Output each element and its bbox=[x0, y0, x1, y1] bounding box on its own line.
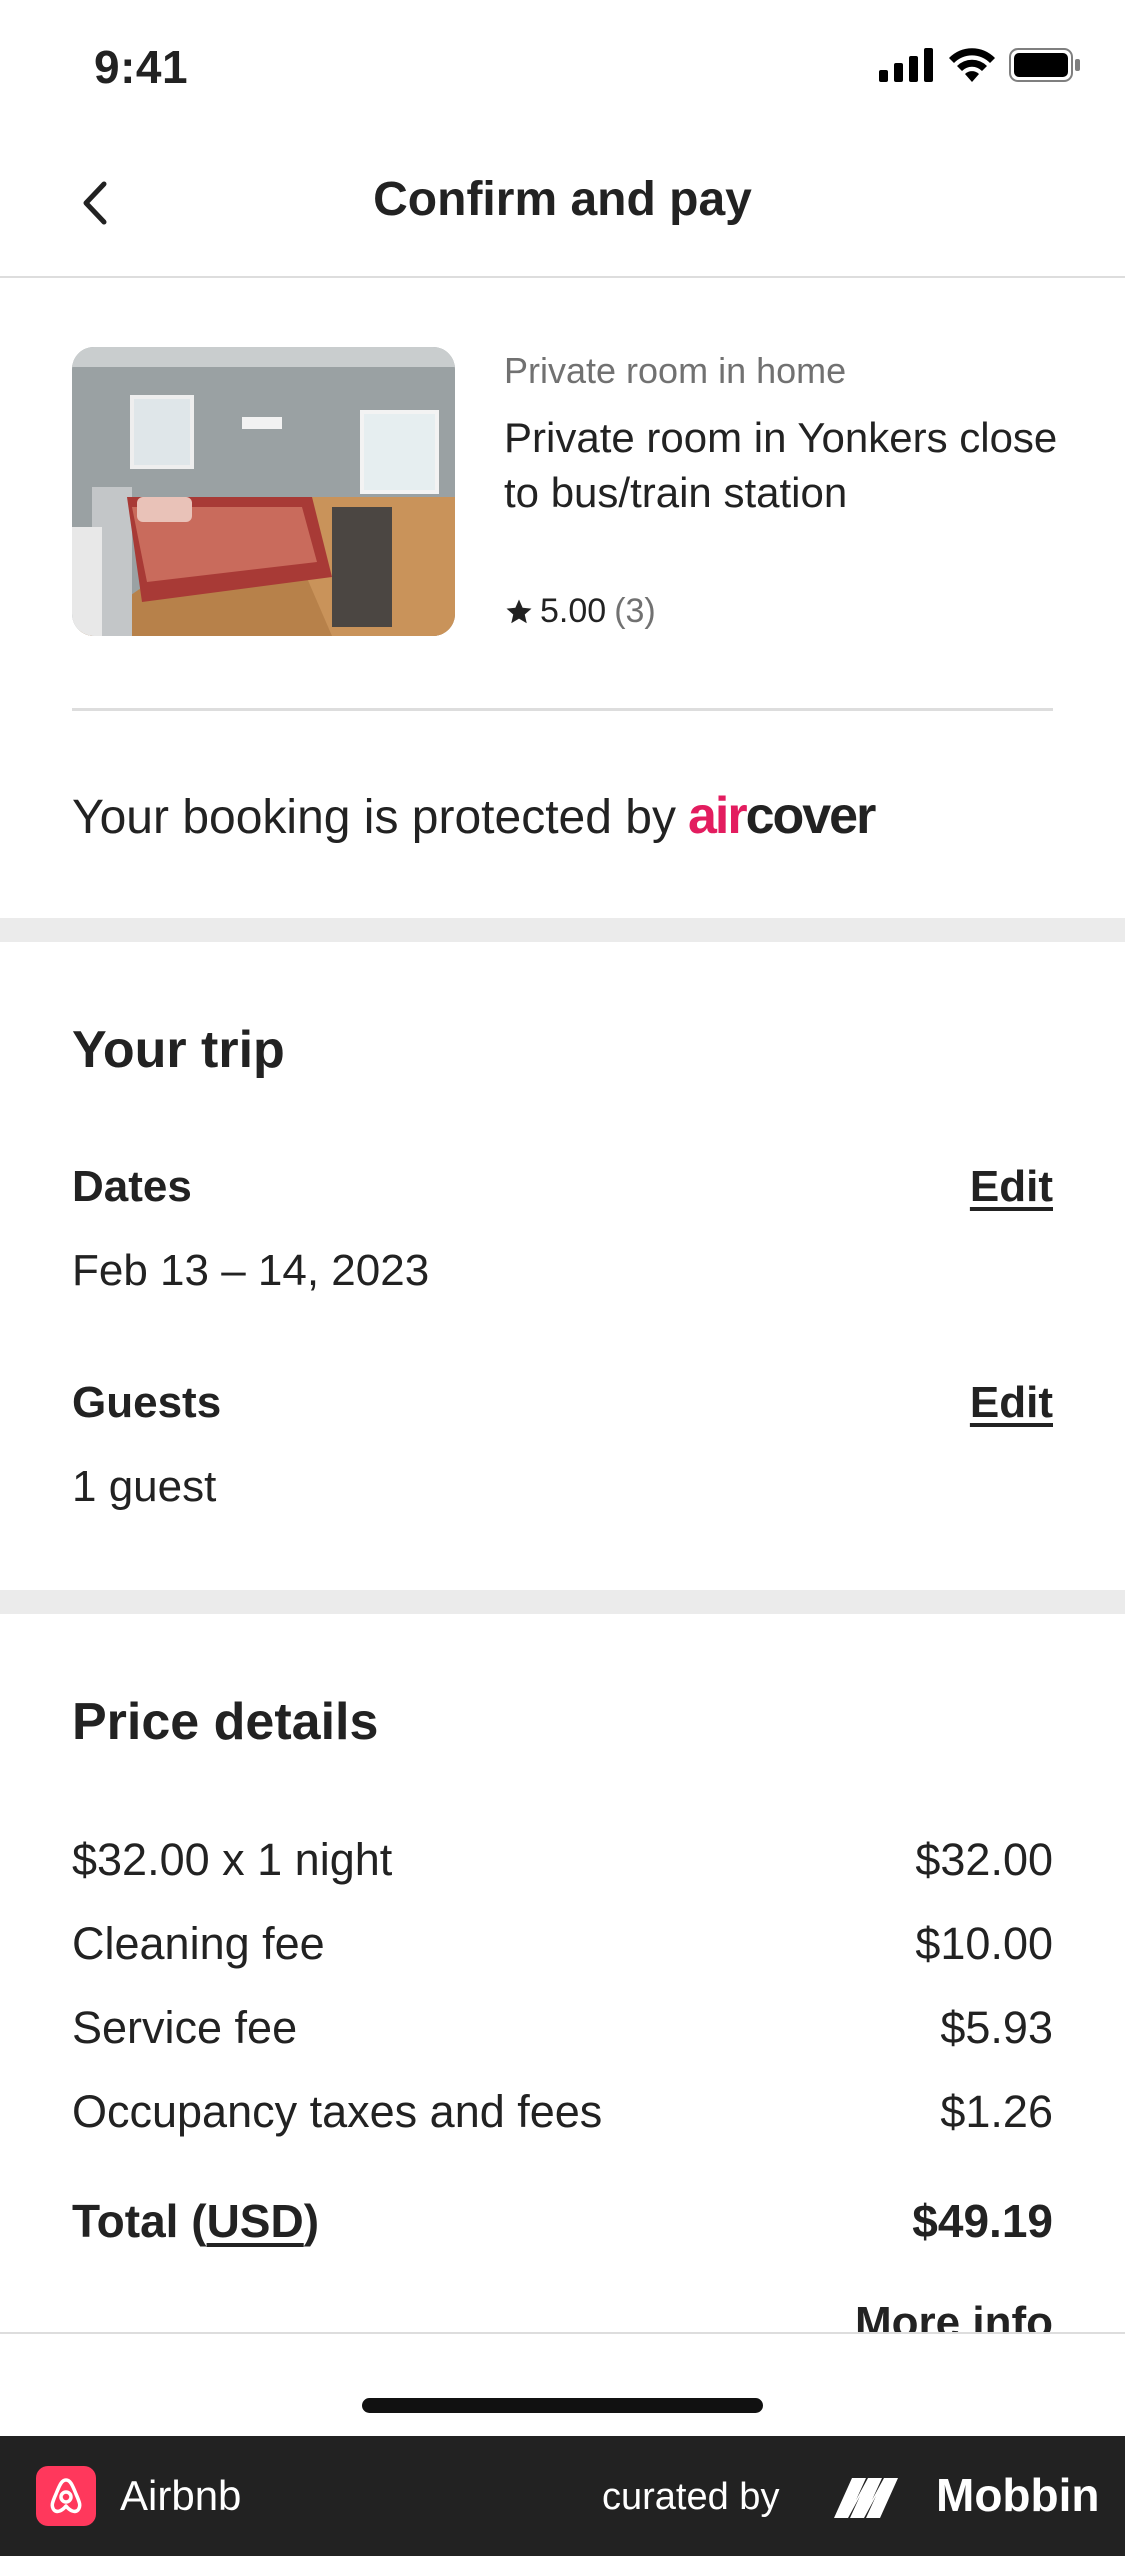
signal-icon bbox=[879, 48, 933, 82]
edit-dates-button[interactable]: Edit bbox=[970, 1162, 1053, 1212]
dates-value: Feb 13 – 14, 2023 bbox=[72, 1246, 430, 1295]
edit-guests-button[interactable]: Edit bbox=[970, 1378, 1053, 1428]
price-line-label: Occupancy taxes and fees bbox=[72, 2086, 603, 2137]
total-label: Total (USD) bbox=[72, 2195, 320, 2247]
listing-type: Private room in home bbox=[504, 350, 847, 391]
footer-app-name: Airbnb bbox=[120, 2472, 242, 2519]
price-line-value: $5.93 bbox=[940, 2002, 1053, 2053]
price-line-label: Cleaning fee bbox=[72, 1918, 325, 1969]
protection-text: Your booking is protected by bbox=[72, 791, 676, 844]
bottom-action-bar bbox=[0, 2332, 1125, 2438]
home-indicator bbox=[362, 2398, 763, 2413]
aircover-logo: aircover bbox=[687, 787, 876, 845]
wifi-icon bbox=[949, 48, 995, 82]
price-line-label: $32.00 x 1 night bbox=[72, 1834, 393, 1885]
status-icons bbox=[879, 48, 1081, 82]
guests-value: 1 guest bbox=[72, 1462, 217, 1511]
aircover-banner[interactable]: Your booking is protected by aircover bbox=[72, 786, 876, 846]
footer-brand: Mobbin bbox=[936, 2469, 1100, 2521]
price-line-value: $1.26 bbox=[940, 2086, 1053, 2137]
star-icon bbox=[506, 599, 532, 623]
price-section-title: Price details bbox=[72, 1693, 379, 1751]
total-value: $49.19 bbox=[912, 2195, 1053, 2247]
footer-curated-by: curated by bbox=[602, 2476, 780, 2518]
guests-label: Guests bbox=[72, 1378, 222, 1427]
rating-value: 5.00 bbox=[540, 592, 607, 630]
currency-link[interactable]: USD bbox=[207, 2195, 304, 2247]
price-line-value: $32.00 bbox=[915, 1834, 1053, 1885]
mobbin-logo-icon bbox=[834, 2478, 898, 2518]
battery-icon bbox=[1009, 48, 1080, 82]
listing-photo[interactable] bbox=[72, 347, 455, 636]
review-count: (3) bbox=[614, 592, 656, 630]
status-time: 9:41 bbox=[94, 41, 189, 93]
header-divider bbox=[0, 276, 1125, 278]
listing-rating: 5.00 (3) bbox=[504, 592, 656, 631]
listing-title: Private room in Yonkers close to bus/tra… bbox=[504, 414, 1058, 516]
section-separator bbox=[0, 918, 1125, 942]
section-divider bbox=[72, 708, 1053, 711]
airbnb-logo-icon bbox=[36, 2466, 96, 2526]
dates-label: Dates bbox=[72, 1162, 192, 1211]
section-separator bbox=[0, 1590, 1125, 1614]
trip-section-title: Your trip bbox=[72, 1021, 285, 1079]
page-title: Confirm and pay bbox=[373, 173, 752, 226]
price-line-value: $10.00 bbox=[915, 1918, 1053, 1969]
price-line-label: Service fee bbox=[72, 2002, 298, 2053]
